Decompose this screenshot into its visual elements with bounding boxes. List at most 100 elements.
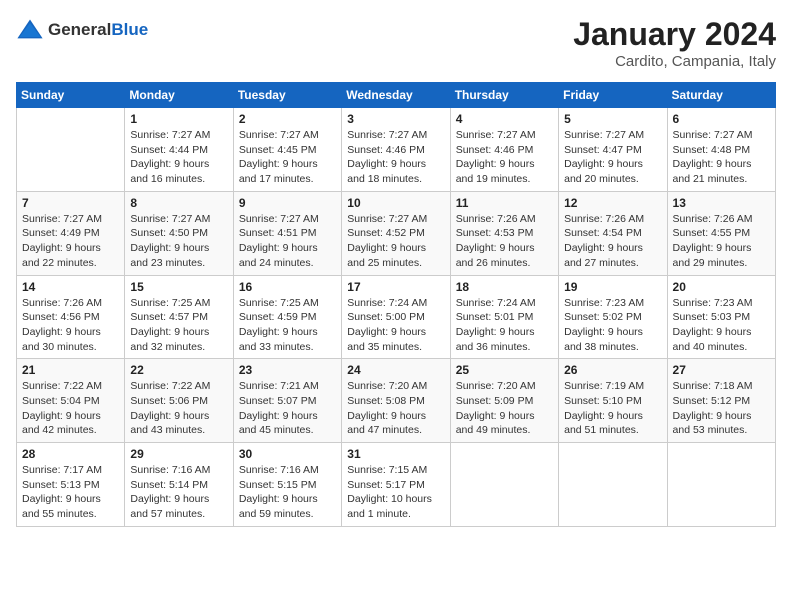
calendar-day-cell: 19 Sunrise: 7:23 AM Sunset: 5:02 PM Dayl… xyxy=(559,275,667,359)
sunset-text: Sunset: 5:15 PM xyxy=(239,479,317,491)
day-number: 25 xyxy=(456,363,553,377)
day-number: 8 xyxy=(130,196,227,210)
day-number: 3 xyxy=(347,112,444,126)
calendar-day-cell: 14 Sunrise: 7:26 AM Sunset: 4:56 PM Dayl… xyxy=(17,275,125,359)
calendar-day-cell: 10 Sunrise: 7:27 AM Sunset: 4:52 PM Dayl… xyxy=(342,191,450,275)
title-block: January 2024 Cardito, Campania, Italy xyxy=(573,16,776,70)
daylight-text: Daylight: 9 hours and 27 minutes. xyxy=(564,242,643,269)
day-info: Sunrise: 7:24 AM Sunset: 5:00 PM Dayligh… xyxy=(347,296,444,355)
day-info: Sunrise: 7:15 AM Sunset: 5:17 PM Dayligh… xyxy=(347,463,444,522)
calendar-body: 1 Sunrise: 7:27 AM Sunset: 4:44 PM Dayli… xyxy=(17,108,776,527)
day-info: Sunrise: 7:27 AM Sunset: 4:51 PM Dayligh… xyxy=(239,212,336,271)
calendar-day-cell: 13 Sunrise: 7:26 AM Sunset: 4:55 PM Dayl… xyxy=(667,191,775,275)
sunset-text: Sunset: 5:08 PM xyxy=(347,395,425,407)
calendar-day-cell: 5 Sunrise: 7:27 AM Sunset: 4:47 PM Dayli… xyxy=(559,108,667,192)
day-info: Sunrise: 7:24 AM Sunset: 5:01 PM Dayligh… xyxy=(456,296,553,355)
calendar-week-row: 7 Sunrise: 7:27 AM Sunset: 4:49 PM Dayli… xyxy=(17,191,776,275)
logo-text: GeneralBlue xyxy=(48,21,148,39)
sunrise-text: Sunrise: 7:27 AM xyxy=(347,213,427,225)
sunrise-text: Sunrise: 7:18 AM xyxy=(673,380,753,392)
day-number: 6 xyxy=(673,112,770,126)
day-info: Sunrise: 7:27 AM Sunset: 4:52 PM Dayligh… xyxy=(347,212,444,271)
calendar-day-cell: 18 Sunrise: 7:24 AM Sunset: 5:01 PM Dayl… xyxy=(450,275,558,359)
calendar-header: Sunday Monday Tuesday Wednesday Thursday… xyxy=(17,83,776,108)
sunrise-text: Sunrise: 7:22 AM xyxy=(130,380,210,392)
day-number: 7 xyxy=(22,196,119,210)
col-wednesday: Wednesday xyxy=(342,83,450,108)
sunrise-text: Sunrise: 7:25 AM xyxy=(239,297,319,309)
sunset-text: Sunset: 4:47 PM xyxy=(564,144,642,156)
daylight-text: Daylight: 9 hours and 45 minutes. xyxy=(239,410,318,437)
day-number: 22 xyxy=(130,363,227,377)
day-number: 20 xyxy=(673,280,770,294)
daylight-text: Daylight: 9 hours and 42 minutes. xyxy=(22,410,101,437)
sunset-text: Sunset: 4:46 PM xyxy=(456,144,534,156)
day-number: 1 xyxy=(130,112,227,126)
day-number: 5 xyxy=(564,112,661,126)
sunrise-text: Sunrise: 7:19 AM xyxy=(564,380,644,392)
calendar-week-row: 14 Sunrise: 7:26 AM Sunset: 4:56 PM Dayl… xyxy=(17,275,776,359)
sunrise-text: Sunrise: 7:26 AM xyxy=(673,213,753,225)
calendar-day-cell: 20 Sunrise: 7:23 AM Sunset: 5:03 PM Dayl… xyxy=(667,275,775,359)
day-number: 29 xyxy=(130,447,227,461)
day-number: 2 xyxy=(239,112,336,126)
calendar-day-cell: 3 Sunrise: 7:27 AM Sunset: 4:46 PM Dayli… xyxy=(342,108,450,192)
day-number: 27 xyxy=(673,363,770,377)
day-info: Sunrise: 7:22 AM Sunset: 5:04 PM Dayligh… xyxy=(22,379,119,438)
sunset-text: Sunset: 4:52 PM xyxy=(347,227,425,239)
day-info: Sunrise: 7:26 AM Sunset: 4:55 PM Dayligh… xyxy=(673,212,770,271)
day-info: Sunrise: 7:25 AM Sunset: 4:57 PM Dayligh… xyxy=(130,296,227,355)
daylight-text: Daylight: 9 hours and 36 minutes. xyxy=(456,326,535,353)
daylight-text: Daylight: 9 hours and 35 minutes. xyxy=(347,326,426,353)
sunrise-text: Sunrise: 7:27 AM xyxy=(456,129,536,141)
sunset-text: Sunset: 5:07 PM xyxy=(239,395,317,407)
day-info: Sunrise: 7:26 AM Sunset: 4:56 PM Dayligh… xyxy=(22,296,119,355)
daylight-text: Daylight: 9 hours and 47 minutes. xyxy=(347,410,426,437)
calendar-day-cell: 6 Sunrise: 7:27 AM Sunset: 4:48 PM Dayli… xyxy=(667,108,775,192)
sunset-text: Sunset: 4:48 PM xyxy=(673,144,751,156)
daylight-text: Daylight: 9 hours and 21 minutes. xyxy=(673,158,752,185)
calendar-day-cell: 15 Sunrise: 7:25 AM Sunset: 4:57 PM Dayl… xyxy=(125,275,233,359)
sunrise-text: Sunrise: 7:21 AM xyxy=(239,380,319,392)
sunrise-text: Sunrise: 7:27 AM xyxy=(239,213,319,225)
sunrise-text: Sunrise: 7:24 AM xyxy=(347,297,427,309)
day-number: 24 xyxy=(347,363,444,377)
sunrise-text: Sunrise: 7:22 AM xyxy=(22,380,102,392)
day-number: 12 xyxy=(564,196,661,210)
sunrise-text: Sunrise: 7:17 AM xyxy=(22,464,102,476)
calendar-day-cell: 21 Sunrise: 7:22 AM Sunset: 5:04 PM Dayl… xyxy=(17,359,125,443)
calendar-day-cell xyxy=(559,443,667,527)
sunrise-text: Sunrise: 7:27 AM xyxy=(22,213,102,225)
daylight-text: Daylight: 9 hours and 24 minutes. xyxy=(239,242,318,269)
sunset-text: Sunset: 4:57 PM xyxy=(130,311,208,323)
sunrise-text: Sunrise: 7:15 AM xyxy=(347,464,427,476)
daylight-text: Daylight: 9 hours and 17 minutes. xyxy=(239,158,318,185)
day-number: 15 xyxy=(130,280,227,294)
sunrise-text: Sunrise: 7:27 AM xyxy=(130,129,210,141)
col-tuesday: Tuesday xyxy=(233,83,341,108)
sunset-text: Sunset: 5:01 PM xyxy=(456,311,534,323)
sunset-text: Sunset: 4:55 PM xyxy=(673,227,751,239)
daylight-text: Daylight: 9 hours and 33 minutes. xyxy=(239,326,318,353)
daylight-text: Daylight: 9 hours and 49 minutes. xyxy=(456,410,535,437)
sunset-text: Sunset: 4:53 PM xyxy=(456,227,534,239)
day-info: Sunrise: 7:23 AM Sunset: 5:03 PM Dayligh… xyxy=(673,296,770,355)
calendar-title: January 2024 xyxy=(573,16,776,53)
sunrise-text: Sunrise: 7:23 AM xyxy=(673,297,753,309)
col-friday: Friday xyxy=(559,83,667,108)
sunset-text: Sunset: 4:46 PM xyxy=(347,144,425,156)
day-info: Sunrise: 7:27 AM Sunset: 4:47 PM Dayligh… xyxy=(564,128,661,187)
sunset-text: Sunset: 5:09 PM xyxy=(456,395,534,407)
sunset-text: Sunset: 5:17 PM xyxy=(347,479,425,491)
sunset-text: Sunset: 4:54 PM xyxy=(564,227,642,239)
daylight-text: Daylight: 9 hours and 57 minutes. xyxy=(130,493,209,520)
day-info: Sunrise: 7:27 AM Sunset: 4:45 PM Dayligh… xyxy=(239,128,336,187)
sunset-text: Sunset: 5:12 PM xyxy=(673,395,751,407)
calendar-day-cell: 31 Sunrise: 7:15 AM Sunset: 5:17 PM Dayl… xyxy=(342,443,450,527)
sunset-text: Sunset: 4:59 PM xyxy=(239,311,317,323)
col-saturday: Saturday xyxy=(667,83,775,108)
calendar-day-cell: 12 Sunrise: 7:26 AM Sunset: 4:54 PM Dayl… xyxy=(559,191,667,275)
sunset-text: Sunset: 5:13 PM xyxy=(22,479,100,491)
logo: GeneralBlue xyxy=(16,16,148,44)
day-number: 13 xyxy=(673,196,770,210)
